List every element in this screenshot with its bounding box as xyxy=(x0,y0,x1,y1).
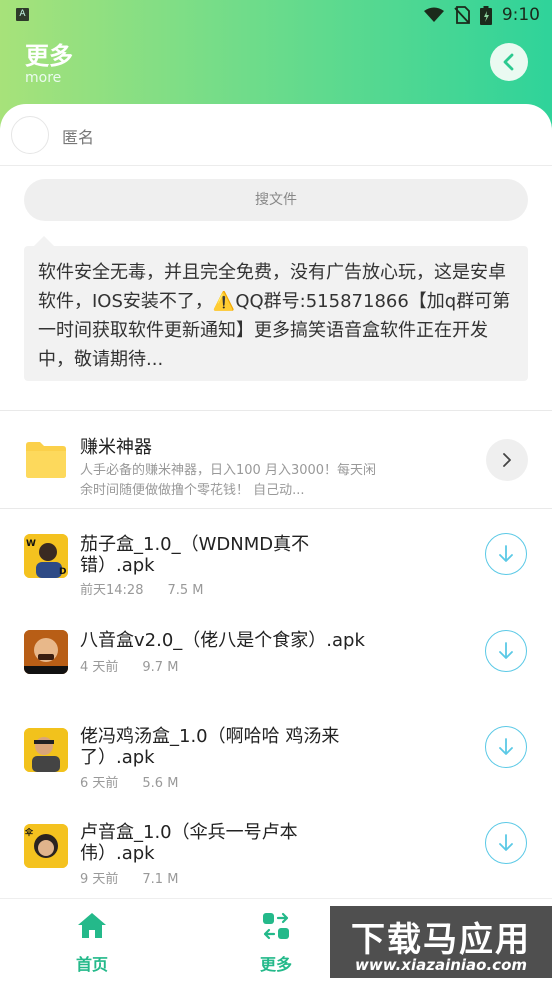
file-time: 9 天前 xyxy=(80,872,119,887)
status-time: 9:10 xyxy=(501,5,540,25)
file-name: 茄子盒_1.0_（WDNMD真不错）.apk xyxy=(80,534,310,576)
status-bar: A 9:10 xyxy=(0,0,552,30)
nav-more[interactable]: 更多 xyxy=(236,911,316,975)
person-image-icon: W D xyxy=(24,534,68,578)
file-size: 7.5 M xyxy=(167,583,204,598)
user-name: 匿名 xyxy=(62,128,95,147)
download-icon xyxy=(499,834,513,851)
file-size: 5.6 M xyxy=(142,776,179,791)
download-icon xyxy=(499,642,513,659)
open-folder-button[interactable] xyxy=(486,439,528,481)
file-thumbnail xyxy=(24,728,68,772)
status-app-icon: A xyxy=(16,8,29,21)
person-image-icon xyxy=(24,728,68,772)
battery-icon xyxy=(479,5,492,25)
folder-icon xyxy=(26,442,66,478)
folder-title: 赚米神器 xyxy=(80,437,152,458)
nav-home-label: 首页 xyxy=(75,955,108,974)
download-button[interactable] xyxy=(485,822,527,864)
chevron-right-icon xyxy=(503,453,511,467)
file-name: 卢音盒_1.0（伞兵一号卢本伟）.apk xyxy=(80,822,298,864)
svg-text:D: D xyxy=(59,567,66,577)
warning-icon: ⚠️ xyxy=(212,291,236,312)
file-time: 前天14:28 xyxy=(80,583,144,598)
file-time: 4 天前 xyxy=(80,660,119,675)
file-row[interactable]: 佬冯鸡汤盒_1.0（啊哈哈 鸡汤来了）.apk 6 天前 5.6 M xyxy=(0,702,552,798)
page-title: 更多 xyxy=(25,42,73,70)
file-name: 佬冯鸡汤盒_1.0（啊哈哈 鸡汤来了）.apk xyxy=(80,726,340,768)
file-thumbnail: W D xyxy=(24,534,68,578)
swap-icon xyxy=(263,912,289,940)
file-row[interactable]: W D 茄子盒_1.0_（WDNMD真不错）.apk 前天14:28 7.5 M xyxy=(0,510,552,606)
search-files-button[interactable]: 搜文件 xyxy=(24,179,528,221)
download-button[interactable] xyxy=(485,533,527,575)
svg-text:W: W xyxy=(26,539,36,549)
back-button[interactable] xyxy=(490,43,528,81)
file-meta: 4 天前 9.7 M xyxy=(80,656,178,675)
watermark-url: www.xiazainiao.com xyxy=(354,956,528,974)
file-thumbnail xyxy=(24,630,68,674)
download-icon xyxy=(499,738,513,755)
person-image-icon xyxy=(24,630,68,674)
page-subtitle: more xyxy=(25,70,62,86)
svg-text:伞: 伞 xyxy=(24,827,34,837)
no-sim-icon xyxy=(454,6,470,24)
download-icon xyxy=(499,545,513,562)
nav-home[interactable]: 首页 xyxy=(52,911,132,975)
watermark-logo: 下载马应用 www.xiazainiao.com xyxy=(330,906,552,978)
file-row[interactable]: 伞 卢音盒_1.0（伞兵一号卢本伟）.apk 9 天前 7.1 M xyxy=(0,798,552,894)
user-row[interactable]: 匿名 xyxy=(0,104,552,166)
file-size: 7.1 M xyxy=(142,872,179,887)
chevron-left-icon xyxy=(503,53,514,71)
wifi-icon xyxy=(423,7,444,22)
avatar[interactable] xyxy=(11,116,49,154)
content-card: 匿名 搜文件 软件安全无毒，并且完全免费，没有广告放心玩，这是安卓软件，IOS安… xyxy=(0,104,552,904)
watermark-title: 下载马应用 xyxy=(351,920,531,960)
folder-row[interactable]: 赚米神器 人手必备的赚米神器，日入100 月入3000！每天闲余时间随便做做撸个… xyxy=(0,411,552,509)
notice-box: 软件安全无毒，并且完全免费，没有广告放心玩，这是安卓软件，IOS安装不了，⚠️Q… xyxy=(24,246,528,381)
home-icon xyxy=(78,913,106,938)
person-image-icon: 伞 xyxy=(24,824,68,868)
download-button[interactable] xyxy=(485,726,527,768)
file-meta: 6 天前 5.6 M xyxy=(80,772,178,791)
file-meta: 前天14:28 7.5 M xyxy=(80,579,204,598)
file-meta: 9 天前 7.1 M xyxy=(80,868,178,887)
file-thumbnail: 伞 xyxy=(24,824,68,868)
status-right: 9:10 xyxy=(423,4,540,26)
download-button[interactable] xyxy=(485,630,527,672)
nav-more-label: 更多 xyxy=(259,955,292,974)
file-name: 八音盒v2.0_（佬八是个食家）.apk xyxy=(80,630,365,651)
file-time: 6 天前 xyxy=(80,776,119,791)
file-row[interactable]: 八音盒v2.0_（佬八是个食家）.apk 4 天前 9.7 M xyxy=(0,606,552,702)
folder-description: 人手必备的赚米神器，日入100 月入3000！每天闲余时间随便做做撸个零花钱！ … xyxy=(80,463,377,498)
file-size: 9.7 M xyxy=(142,660,179,675)
notice-tail xyxy=(34,236,54,246)
